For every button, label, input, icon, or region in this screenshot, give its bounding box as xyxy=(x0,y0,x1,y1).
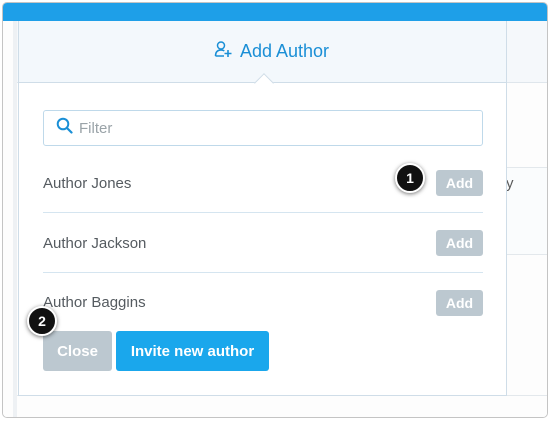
screenshot-frame: y Add Author Filter Author Jones Add Aut… xyxy=(2,2,548,418)
invite-new-author-button[interactable]: Invite new author xyxy=(116,331,269,371)
author-name: Author Jackson xyxy=(43,234,147,252)
top-bar xyxy=(3,3,547,21)
add-author-button[interactable]: Add xyxy=(436,289,483,316)
author-row: Author Jackson Add xyxy=(43,214,483,273)
close-button[interactable]: Close xyxy=(43,331,112,371)
add-author-button[interactable]: Add xyxy=(436,230,483,256)
add-user-icon xyxy=(214,40,232,63)
popover-title-group: Add Author xyxy=(214,40,329,63)
add-author-button[interactable]: Add xyxy=(436,170,483,196)
author-name: Author Jones xyxy=(43,174,132,192)
background-partial-text: y xyxy=(506,175,514,192)
search-icon xyxy=(56,117,73,139)
filter-input[interactable] xyxy=(79,119,459,137)
author-row: Author Baggins Add xyxy=(43,273,483,332)
author-name: Author Baggins xyxy=(43,294,146,311)
popover-title: Add Author xyxy=(239,41,330,61)
filter-field[interactable] xyxy=(43,110,483,146)
add-author-popover: Add Author Author Jones Add Author Jacks… xyxy=(18,21,507,396)
callout-badge: 1 xyxy=(395,163,425,193)
callout-badge: 2 xyxy=(27,306,57,336)
